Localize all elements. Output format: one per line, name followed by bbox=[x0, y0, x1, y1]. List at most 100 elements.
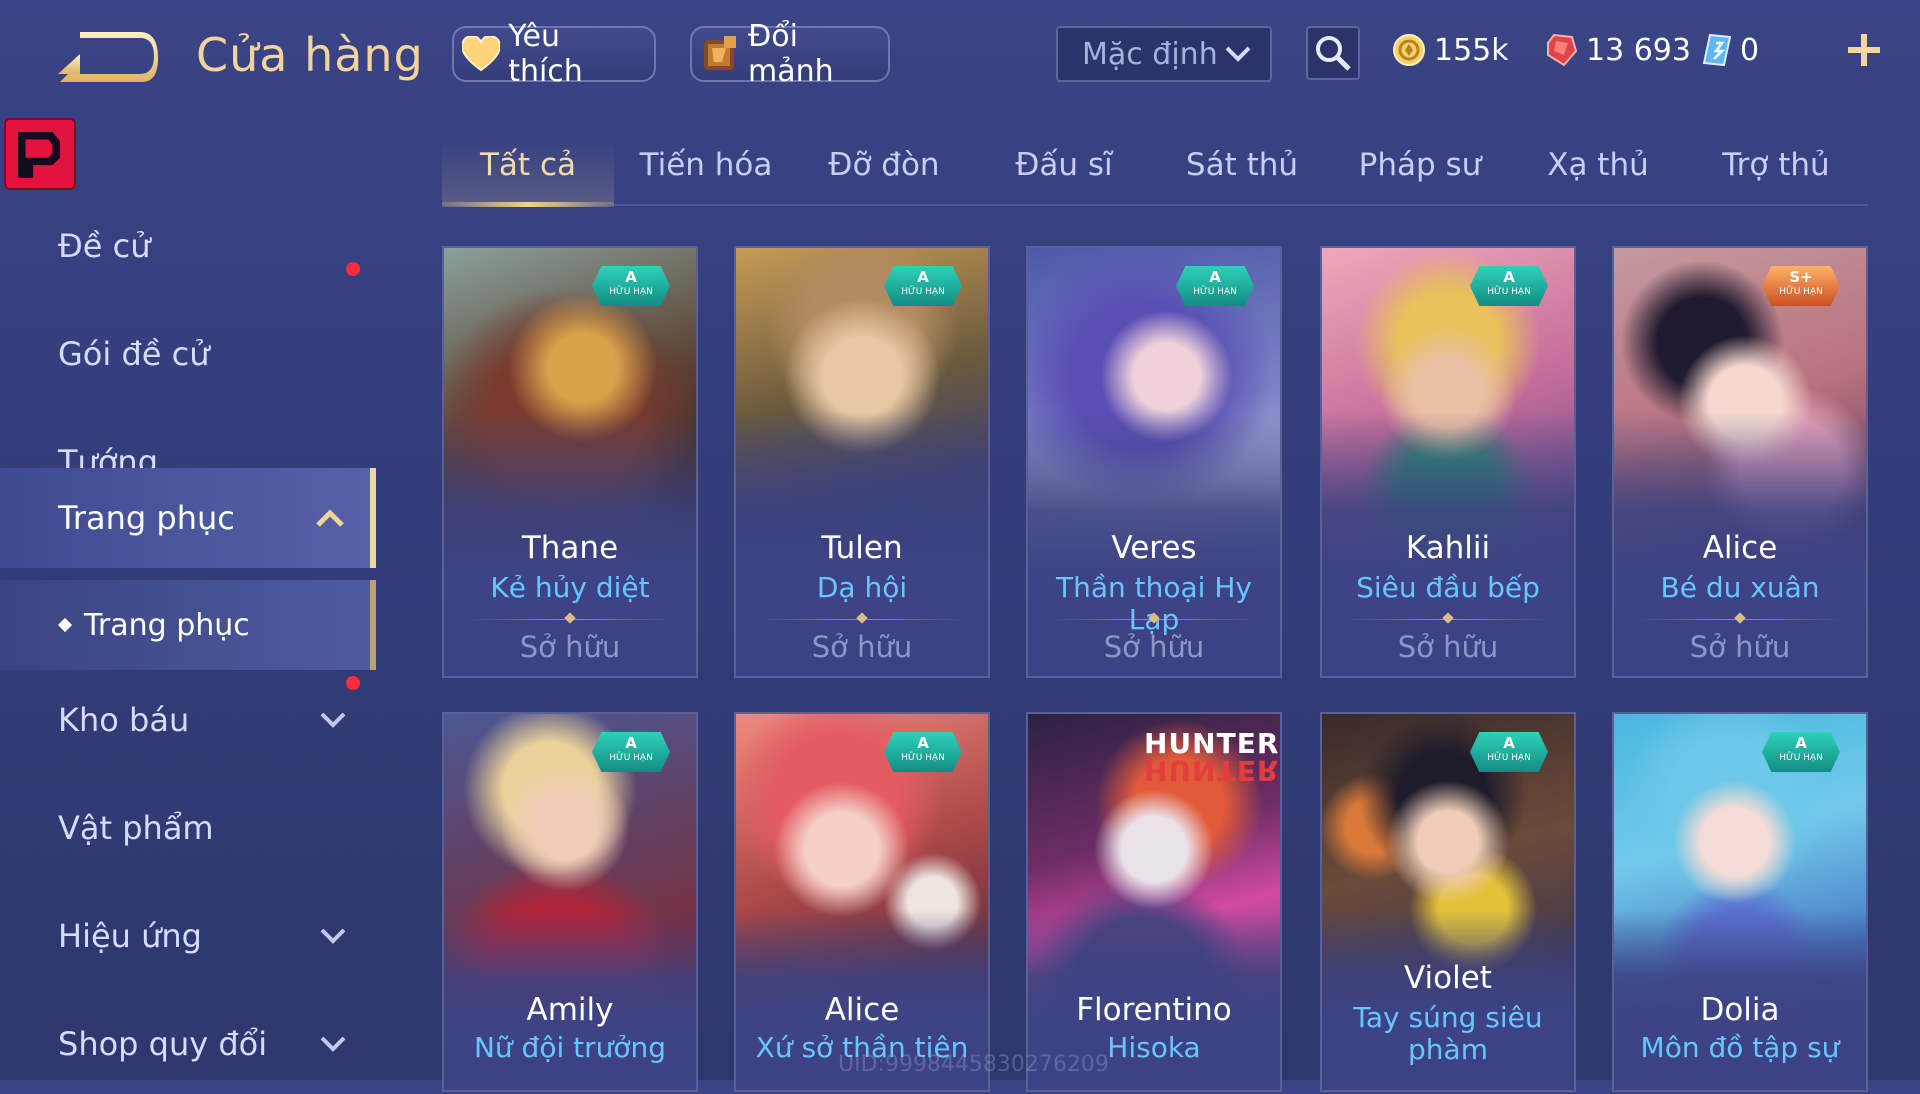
skin-card[interactable]: A HỮU HẠN Tulen Dạ hội Sở hữu bbox=[734, 246, 990, 678]
owned-status: Sở hữu bbox=[811, 630, 913, 664]
voucher-amount: 0 bbox=[1740, 32, 1760, 68]
sidebar-item-skins[interactable]: Trang phục bbox=[0, 468, 376, 568]
chevron-down-icon bbox=[320, 1036, 346, 1052]
hero-name: Dolia bbox=[1700, 992, 1780, 1028]
sort-dropdown-value: Mặc định bbox=[1082, 36, 1218, 72]
skin-card[interactable]: A HỮU HẠN Kahlii Siêu đầu bếp Sở hữu bbox=[1320, 246, 1576, 678]
ruby-currency: 13 693 bbox=[1546, 28, 1691, 72]
tab-support[interactable]: Trợ thủ bbox=[1690, 126, 1862, 204]
rarity-badge: S+ HỮU HẠN bbox=[1762, 266, 1840, 306]
sidebar-item-items[interactable]: Vật phẩm bbox=[0, 778, 376, 878]
hero-name: Alice bbox=[824, 992, 900, 1028]
sidebar-item-label: Vật phẩm bbox=[58, 809, 214, 847]
hero-name: Veres bbox=[1111, 530, 1197, 566]
shard-exchange-label: Đổi mảnh bbox=[748, 19, 834, 89]
rarity-badge: A HỮU HẠN bbox=[1470, 266, 1548, 306]
skin-name: Môn đồ tập sự bbox=[1640, 1031, 1840, 1064]
collab-logo: HUNTER HUNTER bbox=[1144, 727, 1280, 788]
skin-name: Bé du xuân bbox=[1660, 571, 1820, 604]
ruby-amount: 13 693 bbox=[1586, 32, 1691, 68]
favorites-button[interactable]: Yêu thích bbox=[452, 19, 656, 89]
overlay-logo bbox=[4, 118, 76, 190]
sidebar: Đề cử Gói đề cử Tướng Trang phục Trang p… bbox=[0, 110, 376, 1080]
rarity-badge: A HỮU HẠN bbox=[1762, 732, 1840, 772]
owned-status: Sở hữu bbox=[1689, 630, 1791, 664]
tab-marksman[interactable]: Xạ thủ bbox=[1512, 126, 1684, 204]
skin-card[interactable]: A HỮU HẠN Dolia Môn đồ tập sự bbox=[1612, 712, 1868, 1092]
divider bbox=[1052, 614, 1256, 626]
owned-status: Sở hữu bbox=[1397, 630, 1499, 664]
divider bbox=[1346, 614, 1550, 626]
sidebar-item-label: Gói đề cử bbox=[58, 335, 210, 373]
sidebar-subitem-skins[interactable]: Trang phục bbox=[0, 580, 376, 670]
search-icon bbox=[1316, 36, 1351, 71]
skin-name: Dạ hội bbox=[816, 571, 908, 604]
sort-dropdown[interactable]: Mặc định bbox=[1056, 26, 1272, 82]
uid-watermark: UID:9998445830276209 bbox=[838, 1052, 1109, 1077]
tab-fighter[interactable]: Đấu sĩ bbox=[978, 126, 1150, 204]
rarity-badge: A HỮU HẠN bbox=[592, 266, 670, 306]
notification-dot bbox=[346, 262, 360, 276]
category-tabs: Tất cả Tiến hóa Đỡ đòn Đấu sĩ Sát thủ Ph… bbox=[442, 126, 1868, 207]
owned-status: Sở hữu bbox=[1103, 630, 1205, 664]
sidebar-item-label: Hiệu ứng bbox=[58, 917, 202, 955]
skin-name: Nữ đội trưởng bbox=[473, 1031, 667, 1064]
tab-all[interactable]: Tất cả bbox=[442, 126, 614, 207]
search-button[interactable] bbox=[1306, 26, 1360, 80]
shard-icon bbox=[700, 34, 740, 74]
sidebar-item-effects[interactable]: Hiệu ứng bbox=[0, 886, 376, 986]
skin-card[interactable]: A HỮU HẠN Alice Xứ sở thần tiên bbox=[734, 712, 990, 1092]
shard-exchange-button[interactable]: Đổi mảnh bbox=[690, 19, 890, 89]
sidebar-item-label: Đề cử bbox=[58, 227, 151, 265]
rarity-badge: A HỮU HẠN bbox=[1470, 732, 1548, 772]
skin-card[interactable]: HUNTER HUNTER Florentino Hisoka bbox=[1026, 712, 1282, 1092]
skin-card[interactable]: A HỮU HẠN Veres Thần thoại Hy Lạp Sở hữu bbox=[1026, 246, 1282, 678]
ruby-icon bbox=[1547, 33, 1578, 67]
skin-name: Thần thoại Hy Lạp bbox=[1056, 571, 1252, 636]
hero-name: Amily bbox=[526, 992, 614, 1028]
sidebar-item-featured[interactable]: Đề cử bbox=[0, 196, 376, 296]
chevron-down-icon bbox=[320, 712, 346, 728]
tab-tank[interactable]: Đỡ đòn bbox=[798, 126, 970, 204]
heart-icon bbox=[462, 34, 501, 74]
bullet-icon bbox=[57, 617, 73, 633]
rarity-badge: A HỮU HẠN bbox=[1176, 266, 1254, 306]
skin-card[interactable]: A HỮU HẠN Amily Nữ đội trưởng bbox=[442, 712, 698, 1092]
skin-card[interactable]: A HỮU HẠN Violet Tay súng siêu phàm bbox=[1320, 712, 1576, 1092]
rarity-badge: A HỮU HẠN bbox=[592, 732, 670, 772]
sidebar-item-featured-bundles[interactable]: Gói đề cử bbox=[0, 304, 376, 404]
sidebar-item-treasure[interactable]: Kho báu bbox=[0, 670, 376, 770]
skin-card[interactable]: A HỮU HẠN Thane Kẻ hủy diệt Sở hữu bbox=[442, 246, 698, 678]
page-title: Cửa hàng bbox=[196, 28, 424, 82]
sidebar-subitem-label: Trang phục bbox=[84, 607, 250, 643]
gold-currency: 155k bbox=[1392, 28, 1509, 72]
voucher-icon bbox=[1702, 33, 1732, 67]
plus-icon[interactable] bbox=[1842, 28, 1886, 72]
divider bbox=[468, 614, 672, 626]
voucher-currency: 0 bbox=[1702, 28, 1759, 72]
hero-name: Alice bbox=[1702, 530, 1778, 566]
top-bar: Cửa hàng Yêu thích Đổi mảnh Mặc định 155… bbox=[0, 0, 1920, 110]
owned-status: Sở hữu bbox=[519, 630, 621, 664]
sidebar-item-exchange-shop[interactable]: Shop quy đổi bbox=[0, 994, 376, 1094]
skin-name: Siêu đầu bếp bbox=[1356, 571, 1540, 604]
favorites-label: Yêu thích bbox=[508, 19, 583, 89]
back-arrow-icon[interactable] bbox=[58, 30, 158, 86]
sidebar-item-label: Trang phục bbox=[58, 499, 235, 537]
hero-name: Thane bbox=[521, 530, 619, 566]
tab-mage[interactable]: Pháp sư bbox=[1334, 126, 1506, 204]
hero-name: Kahlii bbox=[1405, 530, 1491, 566]
hero-name: Tulen bbox=[821, 530, 903, 566]
chevron-down-icon bbox=[320, 928, 346, 944]
sidebar-item-label: Shop quy đổi bbox=[58, 1025, 268, 1063]
rarity-badge: A HỮU HẠN bbox=[884, 732, 962, 772]
rarity-badge: A HỮU HẠN bbox=[884, 266, 962, 306]
chevron-up-icon bbox=[316, 509, 344, 527]
divider bbox=[760, 614, 964, 626]
notification-dot bbox=[346, 676, 360, 690]
skin-card[interactable]: S+ HỮU HẠN Alice Bé du xuân Sở hữu bbox=[1612, 246, 1868, 678]
divider bbox=[1638, 614, 1842, 626]
tab-evolution[interactable]: Tiến hóa bbox=[620, 126, 792, 204]
tab-assassin[interactable]: Sát thủ bbox=[1156, 126, 1328, 204]
gold-coin-icon bbox=[1393, 34, 1425, 66]
